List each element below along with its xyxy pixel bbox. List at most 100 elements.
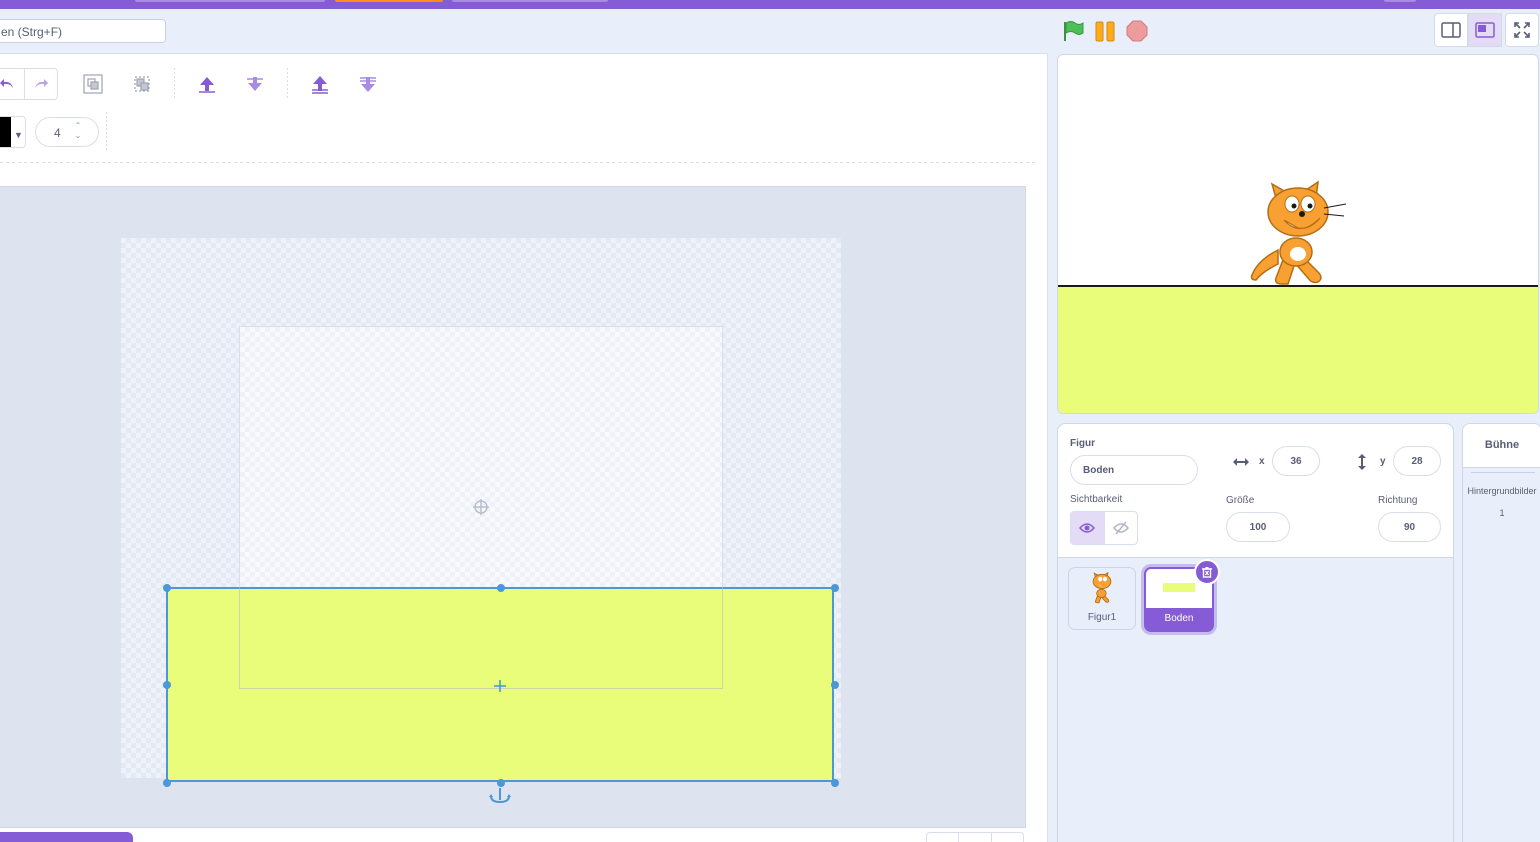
zoom-controls bbox=[926, 832, 1024, 842]
stage-selector[interactable]: Bühne Hintergrundbilder 1 bbox=[1462, 423, 1540, 842]
menu-bar-segment bbox=[452, 0, 608, 2]
stage[interactable] bbox=[1057, 54, 1539, 414]
sprite-tile-figur1[interactable]: Figur1 bbox=[1068, 567, 1136, 630]
redo-icon bbox=[34, 79, 48, 88]
ground-thumbnail bbox=[1163, 583, 1195, 592]
pause-icon bbox=[1095, 21, 1115, 42]
toolbar-separator bbox=[0, 162, 1036, 163]
redo-button[interactable] bbox=[25, 69, 58, 99]
resize-handle[interactable] bbox=[163, 584, 171, 592]
fullscreen-icon bbox=[1514, 22, 1530, 38]
center-crosshair-icon bbox=[473, 499, 489, 515]
resize-handle[interactable] bbox=[831, 681, 839, 689]
toolbar-divider bbox=[106, 112, 107, 152]
visibility-toggle bbox=[1070, 511, 1138, 545]
cat-thumbnail bbox=[1092, 572, 1112, 604]
stage-size-toggle bbox=[1434, 13, 1502, 49]
bring-to-front-icon bbox=[312, 76, 328, 94]
paint-toolbar bbox=[0, 68, 400, 100]
size-label: Größe bbox=[1226, 495, 1255, 506]
stepper-icon[interactable]: ⌃ ⌄ bbox=[70, 121, 86, 143]
backdrops-label: Hintergrundbilder bbox=[1467, 486, 1537, 496]
sprite-tile-label: Figur1 bbox=[1087, 612, 1117, 623]
paint-canvas[interactable] bbox=[0, 186, 1026, 828]
vertical-arrows-icon bbox=[1358, 454, 1366, 470]
sprite-pane: Figur Boden x 36 y 28 Sichtbarkeit Größe… bbox=[1057, 423, 1454, 842]
backdrops-count: 1 bbox=[1499, 508, 1505, 518]
send-to-back-icon bbox=[360, 77, 376, 92]
rotation-handle-icon[interactable] bbox=[488, 786, 512, 806]
stop-icon bbox=[1126, 20, 1148, 42]
trash-icon bbox=[1202, 567, 1212, 578]
hide-button[interactable] bbox=[1105, 512, 1138, 544]
visibility-label: Sichtbarkeit bbox=[1070, 494, 1123, 505]
zoom-in-button[interactable] bbox=[992, 833, 1023, 842]
back-button[interactable] bbox=[357, 73, 379, 95]
resize-handle[interactable] bbox=[831, 779, 839, 787]
zoom-out-button[interactable] bbox=[927, 833, 960, 842]
sprite-info: Figur Boden x 36 y 28 Sichtbarkeit Größe… bbox=[1058, 424, 1453, 558]
outline-color-swatch bbox=[0, 117, 11, 147]
backward-button[interactable] bbox=[244, 73, 266, 95]
y-position-input[interactable]: 28 bbox=[1393, 446, 1441, 476]
eye-slash-icon bbox=[1112, 521, 1129, 535]
menu-bar bbox=[0, 0, 1540, 9]
toolbar-divider bbox=[287, 68, 288, 100]
paint-editor: ▼ 4 ⌃ ⌄ bbox=[0, 53, 1048, 842]
resize-handle[interactable] bbox=[497, 584, 505, 592]
delete-sprite-button[interactable] bbox=[1194, 559, 1220, 585]
resize-handle[interactable] bbox=[831, 584, 839, 592]
ground-sprite[interactable] bbox=[1058, 285, 1538, 413]
convert-mode-button[interactable] bbox=[0, 832, 133, 842]
resize-handle[interactable] bbox=[163, 779, 171, 787]
zoom-reset-button[interactable] bbox=[959, 833, 992, 842]
toolbar-divider bbox=[174, 68, 175, 100]
direction-label: Richtung bbox=[1378, 495, 1418, 506]
pause-button[interactable] bbox=[1094, 20, 1116, 42]
large-stage-button[interactable] bbox=[1468, 13, 1502, 47]
front-button[interactable] bbox=[309, 73, 331, 95]
stage-selector-title: Bühne bbox=[1463, 424, 1540, 468]
size-input[interactable]: 100 bbox=[1226, 512, 1290, 542]
sprite-tile-label: Boden bbox=[1146, 608, 1212, 630]
outline-color-picker[interactable]: ▼ bbox=[0, 116, 26, 148]
x-position-input[interactable]: 36 bbox=[1272, 446, 1320, 476]
direction-input[interactable]: 90 bbox=[1378, 512, 1441, 542]
fullscreen-button[interactable] bbox=[1505, 13, 1539, 47]
show-button[interactable] bbox=[1071, 512, 1105, 544]
search-input[interactable]: en (Strg+F) bbox=[0, 19, 166, 43]
undo-icon bbox=[0, 79, 14, 88]
horizontal-arrows-icon bbox=[1233, 458, 1249, 466]
resize-handle[interactable] bbox=[163, 681, 171, 689]
sprite-name-input[interactable]: Boden bbox=[1070, 455, 1198, 485]
large-stage-icon bbox=[1475, 22, 1495, 38]
green-flag-button[interactable] bbox=[1062, 20, 1084, 42]
eye-icon bbox=[1079, 523, 1096, 533]
stroke-width-value: 4 bbox=[54, 126, 61, 140]
ungroup-button[interactable] bbox=[131, 73, 153, 95]
menu-bar-segment bbox=[1384, 0, 1416, 2]
costume-bounds-overlay bbox=[239, 587, 723, 689]
sprite-label: Figur bbox=[1070, 438, 1095, 449]
ungroup-icon bbox=[134, 76, 150, 92]
small-stage-button[interactable] bbox=[1434, 13, 1468, 47]
stroke-width-input[interactable]: 4 ⌃ ⌄ bbox=[35, 117, 99, 147]
menu-bar-segment-active bbox=[335, 0, 443, 2]
small-stage-icon bbox=[1441, 22, 1461, 38]
cat-sprite[interactable] bbox=[1248, 180, 1348, 288]
forward-button[interactable] bbox=[196, 73, 218, 95]
shape-center-icon bbox=[494, 680, 506, 692]
menu-bar-segment bbox=[135, 0, 325, 2]
green-flag-icon bbox=[1064, 21, 1084, 41]
y-label: y bbox=[1380, 456, 1386, 467]
chevron-down-icon: ▼ bbox=[14, 130, 23, 140]
arrow-down-icon bbox=[247, 77, 263, 91]
group-icon bbox=[83, 74, 103, 94]
backdrop-thumbnail bbox=[1471, 469, 1535, 473]
arrow-up-icon bbox=[199, 77, 215, 93]
x-label: x bbox=[1259, 456, 1265, 467]
stop-button[interactable] bbox=[1126, 20, 1148, 42]
group-button[interactable] bbox=[82, 73, 104, 95]
undo-redo-group bbox=[0, 68, 58, 100]
undo-button[interactable] bbox=[0, 69, 25, 99]
